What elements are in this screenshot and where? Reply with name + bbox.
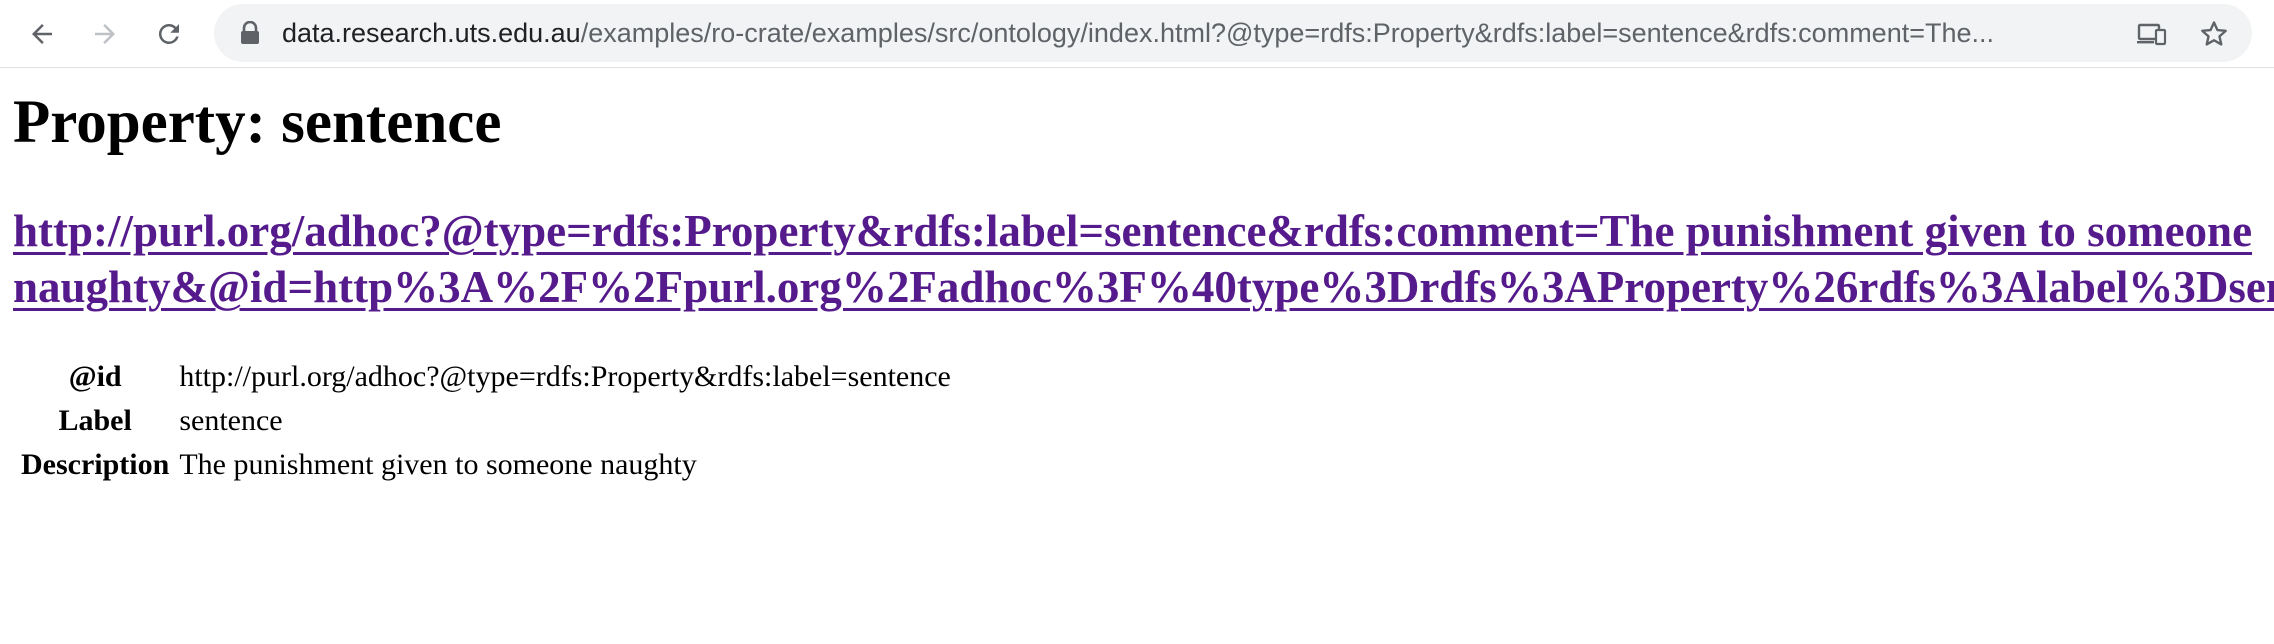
browser-toolbar: data.research.uts.edu.au/examples/ro-cra… bbox=[0, 0, 2274, 68]
page-content: Property: sentence http://purl.org/adhoc… bbox=[0, 68, 2274, 644]
reload-button[interactable] bbox=[149, 14, 189, 54]
forward-arrow-icon bbox=[95, 24, 115, 44]
lock-icon bbox=[241, 21, 259, 44]
property-value: sentence bbox=[179, 404, 283, 437]
table-row: Description The punishment given to some… bbox=[17, 443, 951, 487]
table-row: @id http://purl.org/adhoc?@type=rdfs:Pro… bbox=[17, 355, 951, 399]
entity-link-line-2: naughty&@id=http%3A%2F%2Fpurl.org%2Fadho… bbox=[13, 262, 2274, 312]
property-value: http://purl.org/adhoc?@type=rdfs:Propert… bbox=[179, 360, 951, 393]
back-arrow-icon bbox=[32, 24, 52, 44]
reload-icon bbox=[158, 23, 179, 44]
entity-link[interactable]: http://purl.org/adhoc?@type=rdfs:Propert… bbox=[13, 203, 2274, 315]
property-value: The punishment given to someone naughty bbox=[179, 448, 697, 481]
table-row: Label sentence bbox=[17, 399, 951, 443]
back-button[interactable] bbox=[22, 14, 62, 54]
page-title: Property: sentence bbox=[13, 89, 502, 156]
property-key: @id bbox=[68, 360, 122, 393]
address-bar[interactable]: data.research.uts.edu.au/examples/ro-cra… bbox=[214, 4, 2252, 62]
property-table: @id http://purl.org/adhoc?@type=rdfs:Pro… bbox=[13, 355, 955, 487]
entity-link-line-1: http://purl.org/adhoc?@type=rdfs:Propert… bbox=[13, 206, 2253, 256]
bookmark-star-icon[interactable] bbox=[2198, 18, 2230, 50]
forward-button[interactable] bbox=[85, 14, 125, 54]
url-path: /examples/ro-crate/examples/src/ontology… bbox=[580, 18, 1995, 48]
property-key: Label bbox=[58, 404, 132, 437]
url-text[interactable]: data.research.uts.edu.au/examples/ro-cra… bbox=[282, 4, 2112, 62]
property-key: Description bbox=[21, 448, 170, 481]
url-host: data.research.uts.edu.au bbox=[282, 18, 581, 48]
device-icon[interactable] bbox=[2136, 18, 2168, 50]
